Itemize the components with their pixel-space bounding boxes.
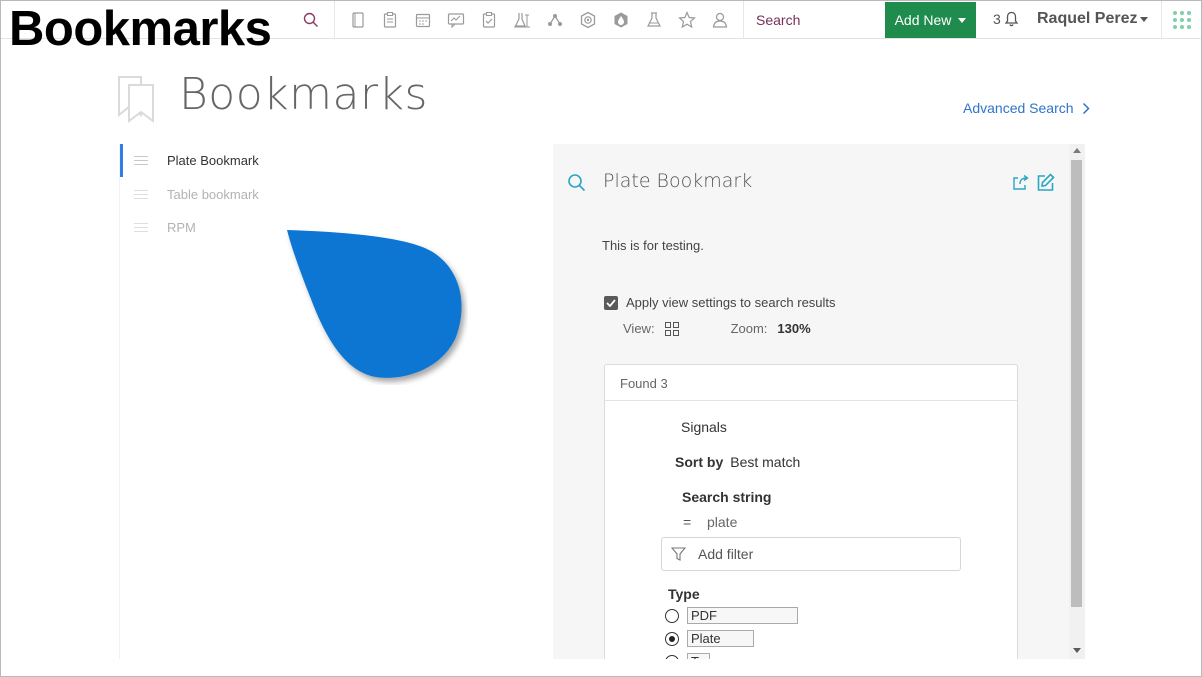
hexagon-target-icon[interactable] — [579, 11, 597, 29]
sort-by-label: Sort by — [675, 454, 724, 470]
scroll-down-arrow-icon[interactable] — [1073, 648, 1081, 653]
notification-count: 3 — [993, 11, 1001, 27]
notifications-button[interactable]: 3 — [993, 11, 1019, 27]
add-new-button[interactable]: Add New — [885, 2, 976, 38]
zoom-value: 130% — [777, 321, 811, 336]
advanced-search-link[interactable]: Advanced Search — [963, 100, 1090, 116]
view-label: View: — [623, 321, 655, 336]
clipboard-icon[interactable] — [381, 11, 399, 29]
apps-grid-icon[interactable] — [1173, 11, 1191, 29]
molecule-icon[interactable] — [546, 11, 564, 29]
search-results-card: Found 3 Signals Sort by Best match Search… — [604, 364, 1018, 659]
type-option-radio[interactable]: T — [665, 653, 710, 659]
caption-overlay: Bookmarks — [9, 2, 272, 56]
clipboard-check-icon[interactable] — [480, 11, 498, 29]
type-option-radio[interactable]: Plate — [665, 630, 754, 647]
bookmark-list-item[interactable]: Plate Bookmark — [120, 144, 554, 177]
add-new-label: Add New — [894, 12, 952, 28]
star-icon[interactable] — [678, 11, 696, 29]
calendar-icon[interactable] — [414, 11, 432, 29]
drag-handle-icon[interactable] — [134, 187, 148, 202]
radio-icon[interactable] — [665, 654, 679, 659]
search-string-operator: = — [683, 514, 692, 530]
advanced-search-label: Advanced Search — [963, 100, 1074, 116]
divider — [605, 400, 1017, 401]
cursor-pointer-shape — [287, 230, 462, 378]
detail-scrollbar[interactable] — [1069, 144, 1085, 659]
chevron-down-icon — [958, 17, 967, 23]
grid-view-icon — [664, 321, 679, 336]
bookmark-list-item[interactable]: Table bookmark — [120, 178, 554, 211]
checkbox-checked-icon[interactable] — [604, 295, 618, 310]
chat-chart-icon[interactable] — [447, 11, 465, 29]
bookmark-label: Table bookmark — [167, 187, 259, 202]
found-count: Found 3 — [620, 376, 668, 391]
apply-view-settings-checkbox[interactable]: Apply view settings to search results — [604, 295, 836, 310]
page-title: Bookmarks — [179, 69, 428, 120]
toolbar-divider — [1161, 1, 1162, 39]
bookmark-description: This is for testing. — [602, 238, 704, 253]
type-option-label: T — [687, 653, 710, 659]
bell-icon — [1004, 11, 1019, 27]
global-search-input[interactable]: Search — [756, 12, 800, 28]
drag-handle-icon[interactable] — [134, 153, 148, 168]
lab-flask-stand-icon[interactable] — [513, 11, 531, 29]
search-string-value: plate — [707, 514, 738, 530]
type-option-radio[interactable]: PDF — [665, 607, 798, 624]
user-name: Raquel Perez — [1037, 10, 1138, 27]
scroll-up-arrow-icon[interactable] — [1073, 148, 1081, 153]
toolbar-divider — [743, 1, 744, 39]
edit-icon[interactable] — [1036, 173, 1055, 192]
radio-icon[interactable] — [665, 608, 679, 623]
user-menu[interactable]: Raquel Perez — [1037, 10, 1149, 28]
bookmark-label: Plate Bookmark — [167, 153, 259, 168]
view-settings-row: View: Zoom: 130% — [623, 321, 811, 336]
shield-drop-icon[interactable] — [612, 11, 630, 29]
bookmark-detail-panel: Plate Bookmark This is for testing. Appl… — [553, 144, 1069, 659]
signals-label: Signals — [681, 419, 727, 435]
radio-selected-icon[interactable] — [665, 631, 679, 646]
apply-view-settings-label: Apply view settings to search results — [626, 295, 836, 310]
zoom-label: Zoom: — [730, 321, 768, 336]
app-window: Search Add New 3 Raquel Perez Bookmarks — [0, 0, 1202, 677]
filter-icon — [671, 547, 686, 561]
bookmark-page-icon — [118, 76, 154, 123]
type-option-label: PDF — [687, 607, 798, 624]
add-filter-button[interactable]: Add filter — [661, 537, 961, 571]
bookmark-detail-title: Plate Bookmark — [603, 170, 753, 192]
notebook-icon[interactable] — [349, 11, 367, 29]
search-icon[interactable] — [303, 12, 319, 28]
chevron-down-icon — [1140, 16, 1149, 22]
bookmark-label: RPM — [167, 220, 196, 235]
search-icon — [568, 174, 586, 192]
type-filter-label: Type — [668, 586, 700, 602]
sort-by-row: Sort by Best match — [675, 454, 800, 470]
add-filter-label: Add filter — [698, 546, 754, 562]
user-outline-icon[interactable] — [711, 11, 729, 29]
type-option-label: Plate — [687, 630, 754, 647]
search-string-label: Search string — [682, 489, 772, 505]
share-external-icon[interactable] — [1012, 174, 1029, 191]
chevron-right-icon — [1082, 102, 1090, 114]
drag-handle-icon[interactable] — [134, 220, 148, 235]
toolbar-divider — [334, 1, 335, 39]
sort-by-value: Best match — [730, 454, 801, 470]
bookmark-list: Plate Bookmark Table bookmark RPM — [119, 144, 553, 659]
scrollbar-thumb[interactable] — [1071, 160, 1082, 607]
flask-icon[interactable] — [645, 11, 663, 29]
